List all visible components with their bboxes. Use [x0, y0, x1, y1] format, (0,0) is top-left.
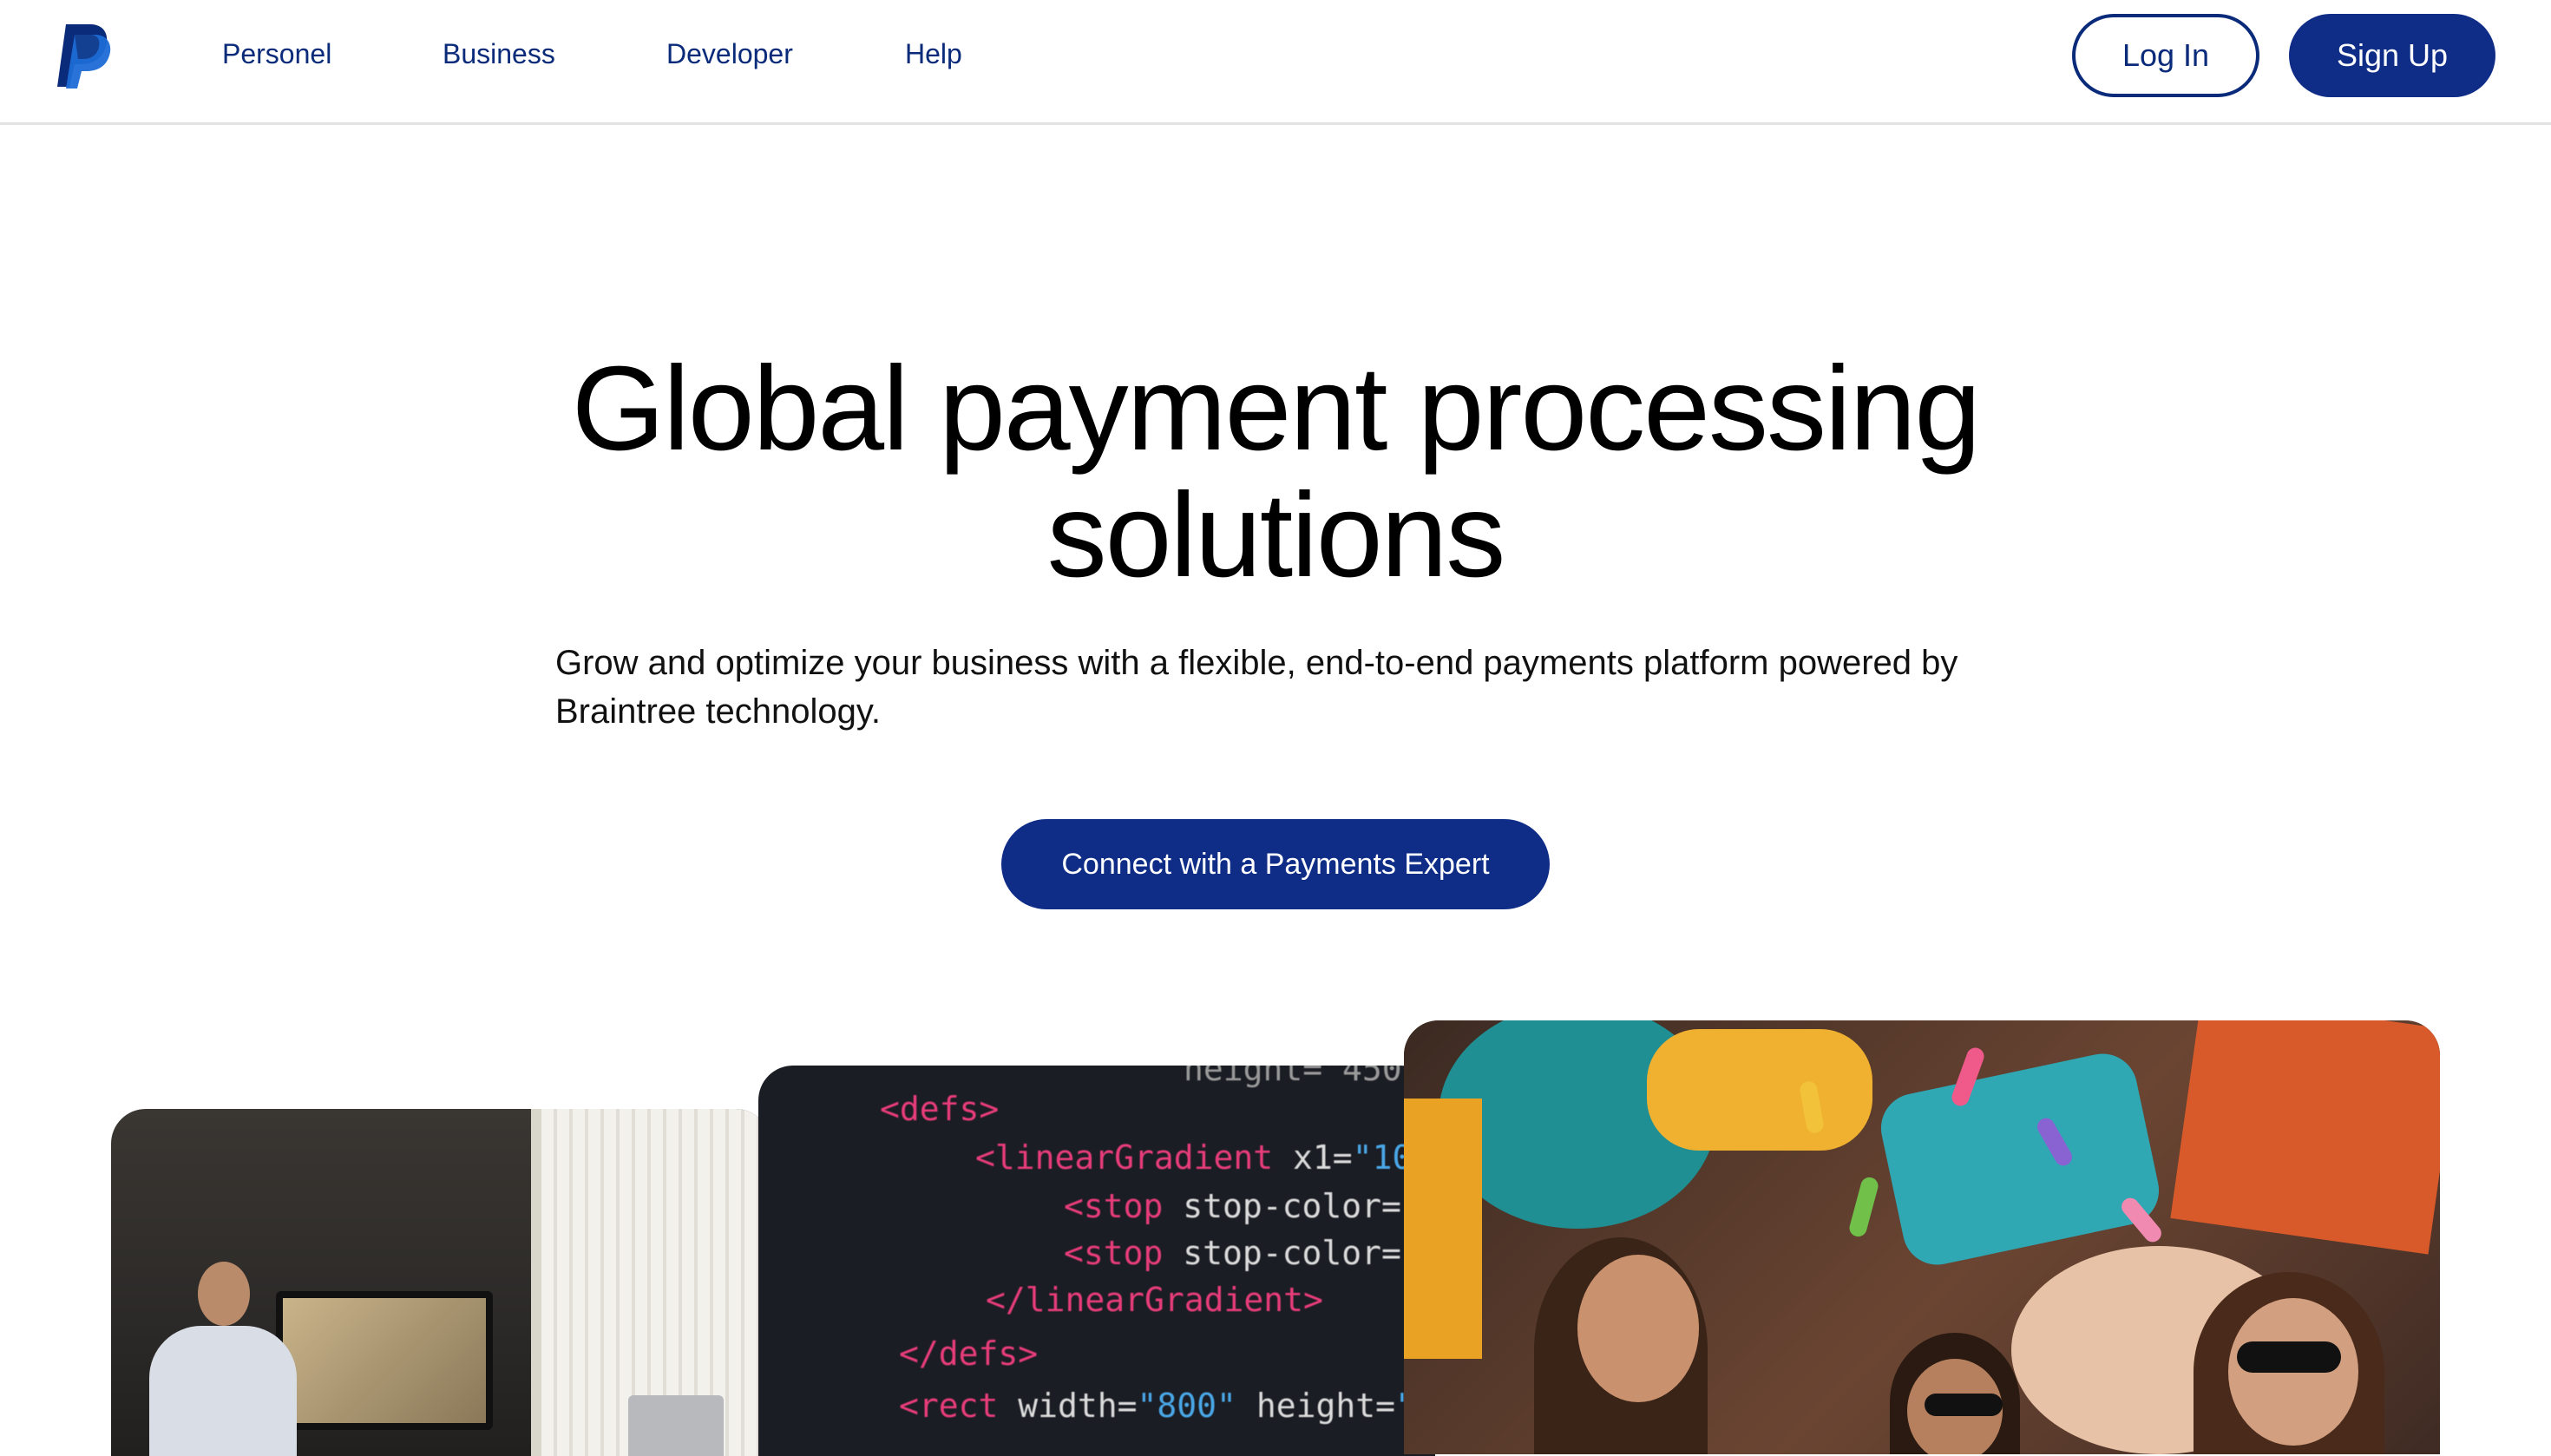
- code-token: <linearGradient: [975, 1138, 1274, 1177]
- person-2-sunglasses: [1925, 1394, 2003, 1416]
- code-token: <stop: [1064, 1187, 1164, 1225]
- photo-laptop: [628, 1395, 724, 1456]
- code-token: </linearGradient>: [986, 1281, 1323, 1319]
- title-line-2: solutions: [1046, 469, 1506, 602]
- connect-expert-button[interactable]: Connect with a Payments Expert: [1001, 819, 1550, 909]
- code-line: </linearGradient>: [986, 1276, 1323, 1324]
- photo-presenter-body: [149, 1326, 297, 1456]
- nav-personel[interactable]: Personel: [222, 38, 331, 70]
- signup-button[interactable]: Sign Up: [2289, 14, 2495, 97]
- mural-orange-shape: [2170, 1020, 2440, 1255]
- hero-subtitle: Grow and optimize your business with a f…: [555, 644, 1958, 731]
- code-snippet: height="450" <defs> <linearGradient x1="1…: [758, 1066, 1435, 1456]
- nav-developer[interactable]: Developer: [666, 38, 793, 70]
- code-token: x1=: [1273, 1138, 1353, 1177]
- photo-presentation-screen: [276, 1291, 493, 1430]
- photo-wall-divider: [531, 1109, 541, 1456]
- nav-business[interactable]: Business: [443, 38, 555, 70]
- mural-yellow-shape: [1647, 1029, 1872, 1151]
- code-token: <rect: [899, 1387, 999, 1425]
- code-line: <stop stop-color="#: [1064, 1182, 1435, 1230]
- code-photo: height="450" <defs> <linearGradient x1="1…: [758, 1066, 1435, 1456]
- code-line: <defs>: [880, 1085, 999, 1133]
- code-token: width=: [998, 1387, 1138, 1425]
- code-token: "800": [1137, 1387, 1236, 1425]
- code-line: <stop stop-color=": [1064, 1229, 1421, 1277]
- person-3-sunglasses: [2237, 1341, 2341, 1373]
- login-button[interactable]: Log In: [2072, 14, 2259, 97]
- code-line: <rect width="800" height=": [899, 1381, 1415, 1430]
- code-token: height=: [1236, 1387, 1395, 1425]
- code-token: stop-color=: [1163, 1187, 1401, 1225]
- code-token: <stop: [1064, 1234, 1164, 1272]
- presentation-photo: [111, 1109, 771, 1456]
- site-header: Personel Business Developer Help Log In …: [0, 0, 2551, 125]
- mural-friends-photo: [1404, 1020, 2440, 1454]
- page-title: Global payment processing solutions: [408, 345, 2143, 599]
- person-1-face: [1577, 1255, 1699, 1402]
- photo-presenter-head: [198, 1262, 250, 1326]
- nav-help[interactable]: Help: [905, 38, 962, 70]
- code-line: <linearGradient x1="100: [975, 1133, 1432, 1182]
- title-line-1: Global payment processing: [571, 342, 1981, 475]
- code-top-fragment: height="450": [1184, 1066, 1422, 1088]
- paypal-logo-icon[interactable]: [54, 21, 113, 90]
- code-token: <defs>: [880, 1090, 1000, 1128]
- code-token: </defs>: [899, 1335, 1039, 1373]
- code-token: stop-color=: [1163, 1234, 1401, 1272]
- mural-left-stripe: [1404, 1099, 1482, 1359]
- code-line: </defs>: [899, 1329, 1038, 1378]
